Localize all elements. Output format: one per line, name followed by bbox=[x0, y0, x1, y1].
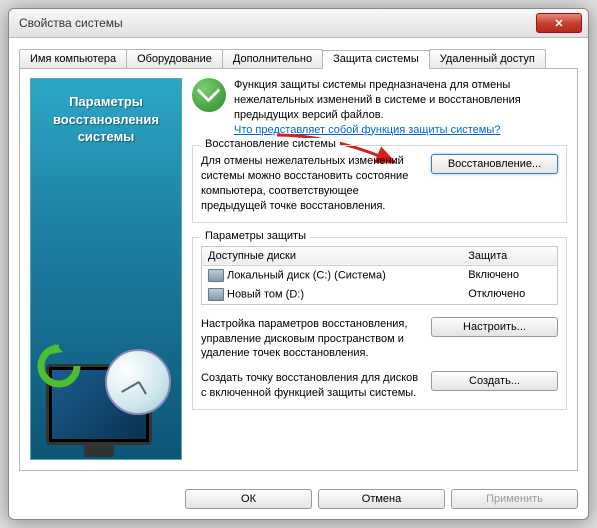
window-title: Свойства системы bbox=[19, 16, 123, 30]
protection-legend: Параметры защиты bbox=[201, 230, 310, 242]
table-row[interactable]: Локальный диск (C:) (Система) Включено bbox=[202, 265, 558, 285]
intro-description: Функция защиты системы предназначена для… bbox=[234, 79, 521, 121]
dialog-footer: ОК Отмена Применить bbox=[9, 481, 588, 519]
restore-group: Восстановление системы Для отмены нежела… bbox=[192, 145, 567, 222]
drive-status: Включено bbox=[462, 265, 557, 285]
tab-strip: Имя компьютера Оборудование Дополнительн… bbox=[19, 49, 578, 69]
tab-hardware[interactable]: Оборудование bbox=[126, 49, 223, 68]
disk-icon bbox=[208, 288, 224, 301]
tab-computer-name[interactable]: Имя компьютера bbox=[19, 49, 127, 68]
configure-description: Настройка параметров восстановления, упр… bbox=[201, 317, 423, 362]
drive-name: Локальный диск (C:) (Система) bbox=[227, 269, 386, 281]
restore-button[interactable]: Восстановление... bbox=[431, 154, 558, 174]
apply-button[interactable]: Применить bbox=[451, 489, 578, 509]
table-row[interactable]: Новый том (D:) Отключено bbox=[202, 285, 558, 305]
main-pane: Функция защиты системы предназначена для… bbox=[192, 78, 567, 460]
titlebar: Свойства системы ✕ bbox=[9, 9, 588, 38]
restore-description: Для отмены нежелательных изменений систе… bbox=[201, 154, 423, 213]
drive-name: Новый том (D:) bbox=[227, 288, 304, 300]
close-icon: ✕ bbox=[554, 17, 563, 30]
shield-refresh-icon bbox=[192, 78, 226, 112]
create-description: Создать точку восстановления для дисков … bbox=[201, 371, 423, 401]
sidebar-banner: Параметры восстановления системы bbox=[30, 78, 182, 460]
tab-panel: Параметры восстановления системы bbox=[19, 68, 578, 471]
intro-text: Функция защиты системы предназначена для… bbox=[234, 78, 567, 137]
configure-button[interactable]: Настроить... bbox=[431, 317, 558, 337]
restore-legend: Восстановление системы bbox=[201, 138, 340, 150]
drive-status: Отключено bbox=[462, 285, 557, 305]
refresh-arrow-icon bbox=[35, 342, 83, 390]
clock-icon bbox=[105, 349, 171, 415]
sidebar-title: Параметры восстановления системы bbox=[31, 79, 181, 160]
cancel-button[interactable]: Отмена bbox=[318, 489, 445, 509]
tab-system-protection[interactable]: Защита системы bbox=[322, 50, 430, 69]
ok-button[interactable]: ОК bbox=[185, 489, 312, 509]
drives-table: Доступные диски Защита Локальный диск (C… bbox=[201, 246, 558, 305]
create-button[interactable]: Создать... bbox=[431, 371, 558, 391]
disk-icon bbox=[208, 269, 224, 282]
intro-block: Функция защиты системы предназначена для… bbox=[192, 78, 567, 137]
protection-group: Параметры защиты Доступные диски Защита … bbox=[192, 237, 567, 410]
content-area: Имя компьютера Оборудование Дополнительн… bbox=[9, 38, 588, 481]
tab-advanced[interactable]: Дополнительно bbox=[222, 49, 323, 68]
system-properties-window: Свойства системы ✕ Имя компьютера Оборуд… bbox=[8, 8, 589, 520]
restore-graphic bbox=[41, 325, 171, 445]
col-protection[interactable]: Защита bbox=[462, 246, 557, 265]
tab-remote[interactable]: Удаленный доступ bbox=[429, 49, 546, 68]
col-drives[interactable]: Доступные диски bbox=[202, 246, 463, 265]
intro-help-link[interactable]: Что представляет собой функция защиты си… bbox=[234, 124, 500, 136]
close-button[interactable]: ✕ bbox=[536, 13, 582, 33]
